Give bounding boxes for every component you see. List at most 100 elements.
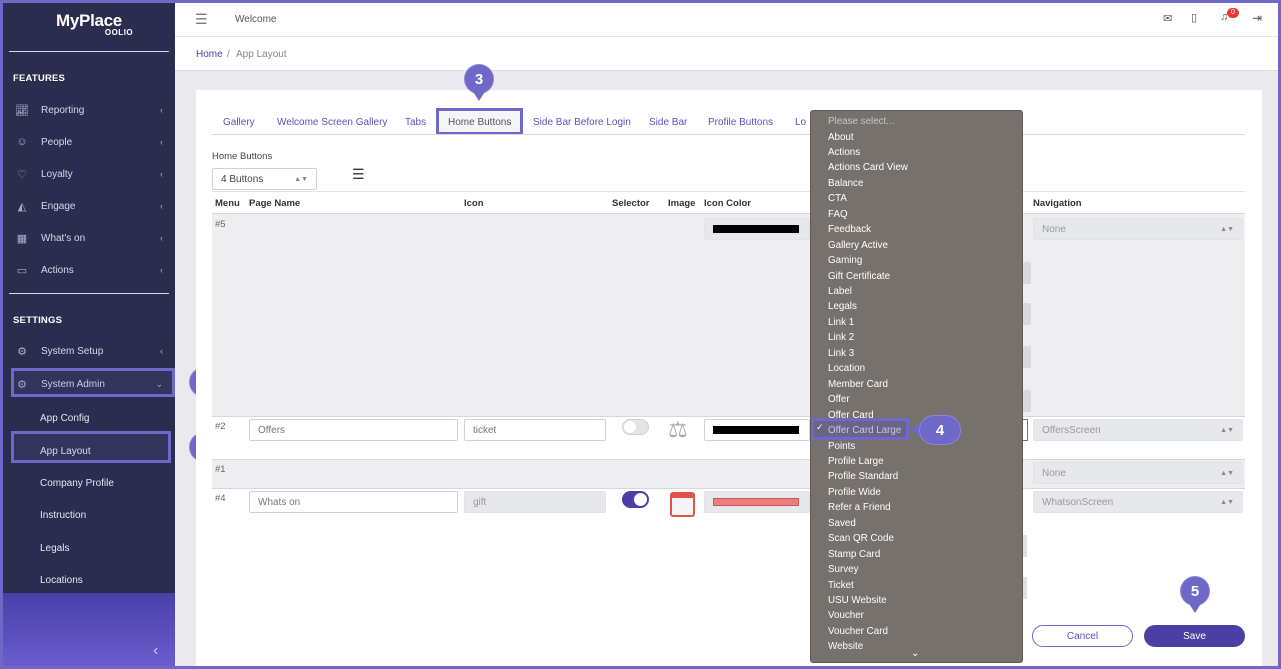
step-pin-pointer [910,423,920,437]
bookmark-icon[interactable]: ▯ [1191,11,1197,24]
focused-field-edge [1023,419,1028,441]
dropdown-option[interactable]: FAQ [828,208,848,222]
dropdown-option[interactable]: Stamp Card [828,548,880,562]
dropdown-option[interactable]: Refer a Friend [828,501,891,515]
hidden-field-edge [1023,346,1031,368]
sidebar-item-reporting[interactable]: 📈︎ Reporting ‹ [3,96,175,124]
navigation-select[interactable]: None ▲▼ [1033,218,1243,240]
hidden-field-edge [1023,577,1027,599]
input-value: Offers [258,424,286,436]
dropdown-option[interactable]: Legals [828,300,857,314]
notification-badge: 0 [1227,8,1239,18]
brand-logo[interactable]: MyPlace OOLIO [3,11,175,37]
selector-toggle[interactable] [622,419,649,435]
select-value: 4 Buttons [221,173,264,185]
sidebar-item-instruction[interactable]: Instruction [40,510,86,521]
page-type-dropdown[interactable]: Please select... About Actions Actions Car… [810,110,1023,663]
dropdown-option[interactable]: USU Website [828,594,887,608]
color-swatch [713,498,799,506]
dropdown-option[interactable]: Points [828,440,855,454]
save-button[interactable]: Save [1144,625,1245,647]
dropdown-option[interactable]: Link 1 [828,316,854,330]
sidebar-item-legals[interactable]: Legals [40,543,69,554]
toggle-knob [624,421,636,433]
buttons-count-select[interactable]: 4 Buttons ▲▼ [212,168,317,190]
navigation-select[interactable]: None ▲▼ [1033,462,1243,484]
dropdown-option[interactable]: Feedback [828,223,871,237]
tab-welcome-screen-gallery[interactable]: Welcome Screen Gallery [277,117,387,128]
dropdown-option[interactable]: Offer [828,393,850,407]
section-label: Home Buttons [212,151,273,162]
dropdown-option[interactable]: Actions [828,146,860,160]
tab-side-bar[interactable]: Side Bar [649,117,687,128]
step-highlight-app-layout [11,431,171,463]
dropdown-option[interactable]: Gallery Active [828,239,888,253]
select-value: None [1042,223,1066,235]
page-name-input[interactable]: Whats on [249,491,458,513]
col-image: Image [668,198,696,209]
page-name-input[interactable]: Offers [249,419,458,441]
sidebar-item-actions[interactable]: ▭ Actions ‹ [3,256,175,284]
hamburger-icon[interactable]: ☰ [195,11,208,28]
sidebar-item-label: Actions [41,264,74,276]
row-menu: #4 [215,493,226,504]
sidebar-item-company-profile[interactable]: Company Profile [40,478,114,489]
dropdown-option[interactable]: CTA [828,192,847,206]
dropdown-option[interactable]: Ticket [828,579,854,593]
icon-color-picker[interactable] [704,218,810,240]
tab-home-buttons[interactable]: Home Buttons [448,117,511,128]
dropdown-option[interactable]: Saved [828,517,856,531]
dropdown-option[interactable]: Profile Wide [828,486,881,500]
tab-tabs[interactable]: Tabs [405,117,426,128]
dropdown-option[interactable]: Member Card [828,378,888,392]
icon-input[interactable]: gift [464,491,606,513]
sidebar-item-loyalty[interactable]: ♡ Loyalty ‹ [3,160,175,188]
dropdown-option[interactable]: Website [828,640,863,654]
chevron-left-icon[interactable]: ‹ [153,642,158,660]
tab-profile-buttons[interactable]: Profile Buttons [708,117,773,128]
logout-icon[interactable]: ⇥ [1252,11,1262,25]
dropdown-option[interactable]: Voucher Card [828,625,888,639]
ordered-list-icon[interactable]: ☰ [352,167,365,181]
icon-input[interactable]: ticket [464,419,606,441]
icon-color-picker[interactable] [704,491,810,513]
dropdown-option[interactable]: Link 2 [828,331,854,345]
dropdown-option[interactable]: Survey [828,563,859,577]
sidebar-item-app-config[interactable]: App Config [40,413,89,424]
dropdown-option[interactable]: Location [828,362,865,376]
navigation-select[interactable]: WhatsonScreen ▲▼ [1033,491,1243,513]
dropdown-option[interactable]: About [828,131,854,145]
chevron-down-icon[interactable]: ⌄ [911,648,919,659]
dropdown-option[interactable]: Profile Large [828,455,884,469]
sidebar-item-locations[interactable]: Locations [40,575,83,586]
chevron-left-icon: ‹ [160,105,163,115]
selector-toggle[interactable] [622,491,649,508]
dropdown-option[interactable]: Scan QR Code [828,532,894,546]
tab-gallery[interactable]: Gallery [223,117,255,128]
icon-color-picker[interactable] [704,419,810,441]
dropdown-option[interactable]: Profile Standard [828,470,898,484]
dropdown-option[interactable]: Link 3 [828,347,854,361]
dropdown-option[interactable]: Label [828,285,852,299]
col-menu: Menu [215,198,240,209]
dropdown-option[interactable]: Gift Certificate [828,270,890,284]
tab-login[interactable]: Lo [795,117,806,128]
input-value: Whats on [258,496,301,508]
navigation-select[interactable]: OffersScreen ▲▼ [1033,419,1243,441]
cancel-button[interactable]: Cancel [1032,625,1133,647]
dropdown-option[interactable]: Balance [828,177,863,191]
sidebar-item-people[interactable]: ☺ People ‹ [3,128,175,156]
gear-icon: ⚙ [17,345,27,358]
mail-icon[interactable]: ✉ [1163,12,1172,25]
sidebar-item-engage[interactable]: ◭ Engage ‹ [3,192,175,220]
sidebar-item-label: Reporting [41,104,85,116]
input-value: gift [473,496,487,508]
dropdown-option[interactable]: Voucher [828,609,864,623]
select-arrows-icon: ▲▼ [1220,426,1234,434]
dropdown-option[interactable]: Gaming [828,254,862,268]
breadcrumb-home[interactable]: Home [196,49,223,60]
tab-side-bar-before-login[interactable]: Side Bar Before Login [533,117,631,128]
sidebar-item-whats-on[interactable]: ▦ What's on ‹ [3,224,175,252]
dropdown-option[interactable]: Actions Card View [828,161,908,175]
sidebar-item-system-setup[interactable]: ⚙ System Setup ‹ [3,337,175,365]
